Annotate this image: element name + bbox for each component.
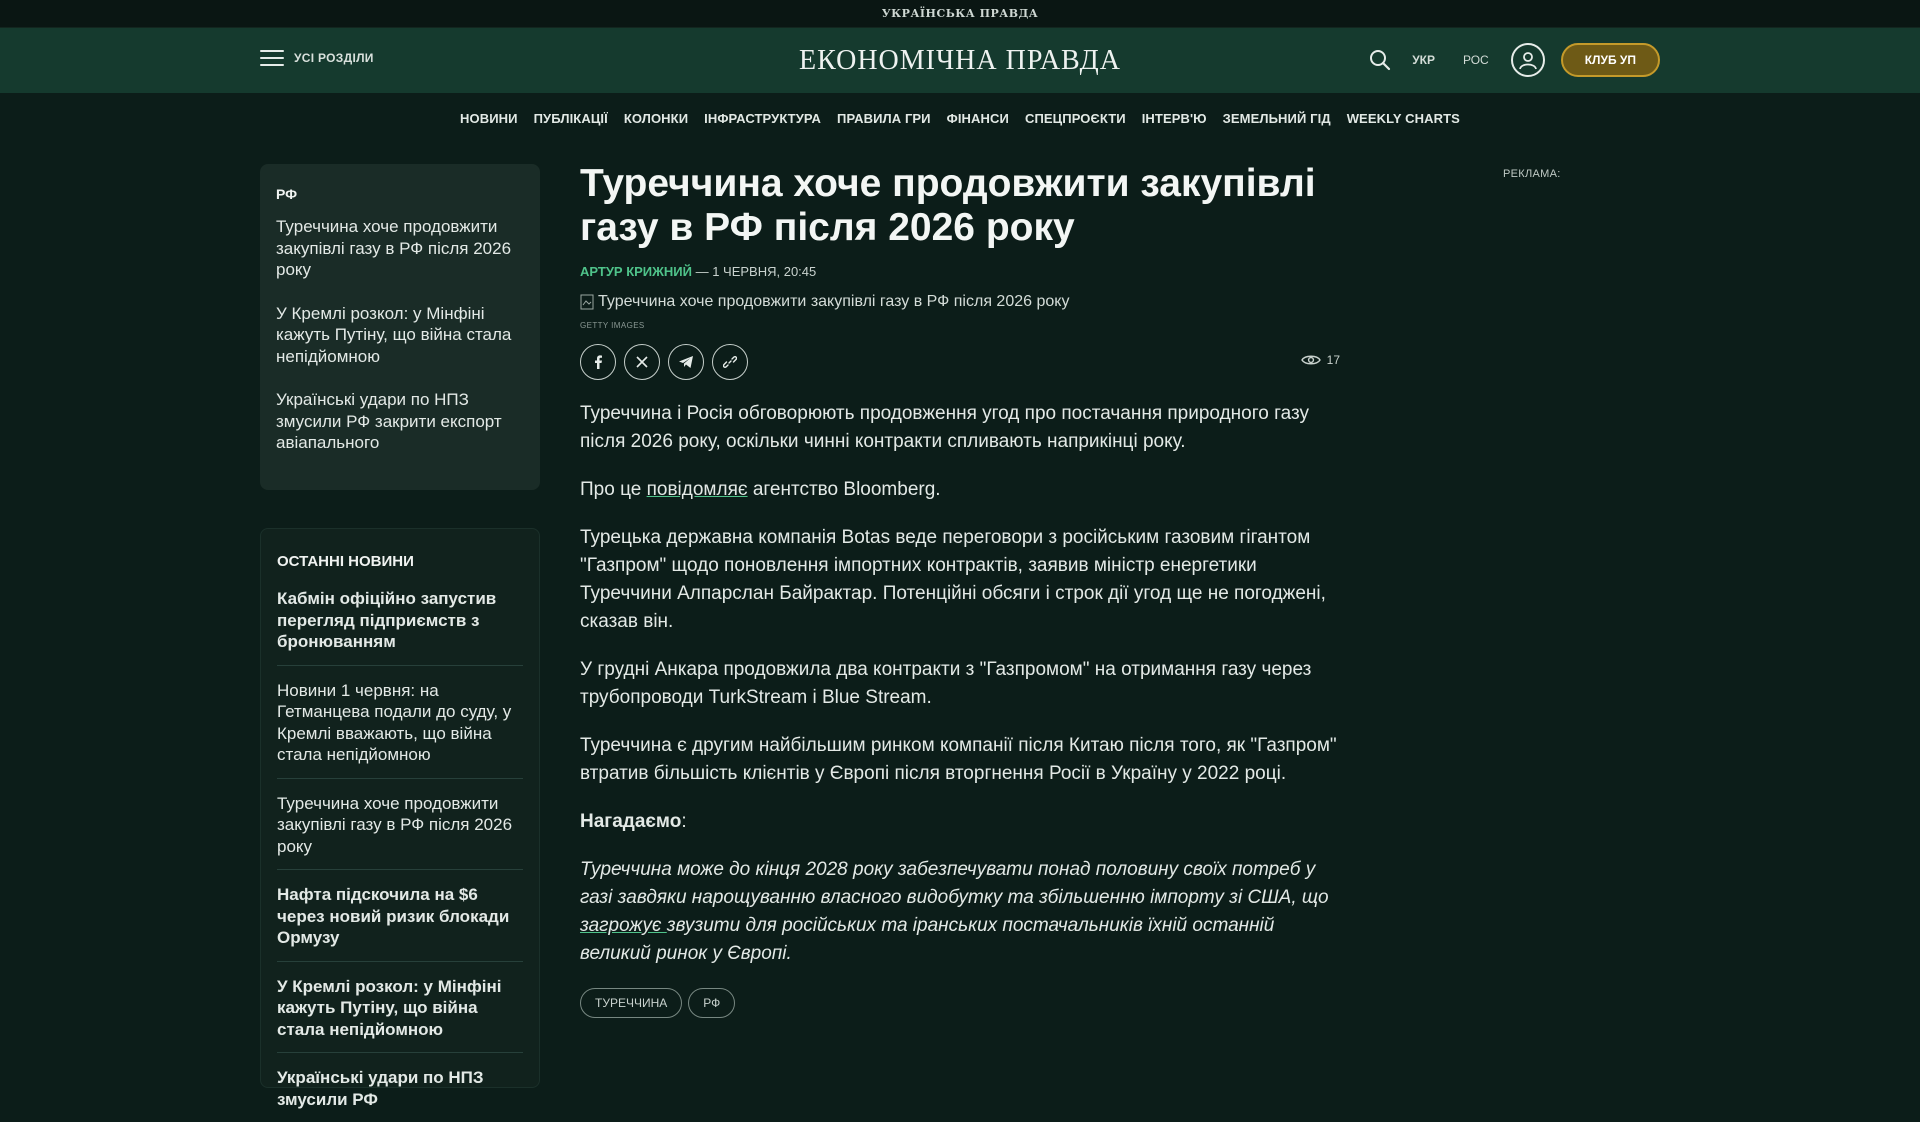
club-up-button[interactable]: КЛУБ УП <box>1560 43 1660 77</box>
source-link[interactable]: повідомляє <box>647 479 748 500</box>
article-paragraph: Туреччина і Росія обговорюють продовженн… <box>580 403 1309 452</box>
share-bar: 17 <box>580 344 1340 380</box>
view-count: 17 <box>1326 353 1340 367</box>
reminder-heading: Нагадаємо: <box>580 808 1340 836</box>
article-title: Туреччина хоче продовжити закупівлі газу… <box>580 162 1316 249</box>
article-date: — 1 ЧЕРВНЯ, 20:45 <box>691 264 817 279</box>
latest-news-card: ОСТАННІ НОВИНИ Кабмін офіційно запустив … <box>260 528 540 1109</box>
article-paragraph: Про це повідомляє агентство Bloomberg. <box>580 476 1340 504</box>
lang-ukr-link[interactable]: УКР <box>1412 53 1435 67</box>
facebook-share-button[interactable] <box>580 344 616 380</box>
reminder-colon: : <box>681 811 687 832</box>
latest-news-item[interactable]: Туреччина хоче продовжити закупівлі газу… <box>277 789 523 870</box>
top-strip: УКРАЇНСЬКА ПРАВДА <box>0 0 1920 28</box>
nav-item-finance[interactable]: ФІНАНСИ <box>947 111 1009 126</box>
article-byline: АРТУР КРИЖНИЙ — 1 ЧЕРВНЯ, 20:45 <box>580 264 1340 279</box>
paragraph-text: звузити для російських та іранських пост… <box>580 915 1275 964</box>
nav-item-specprojects[interactable]: СПЕЦПРОЄКТИ <box>1025 111 1126 126</box>
article-paragraph: У грудні Анкара продовжила два контракти… <box>580 659 1312 708</box>
latest-news-item[interactable]: Українські удари по НПЗ змусили РФ <box>277 1063 523 1122</box>
header-actions: УКР РОС КЛУБ УП <box>1362 42 1660 78</box>
tag-rf[interactable]: РФ <box>688 988 736 1018</box>
nav-item-infrastructure[interactable]: ІНФРАСТРУКТУРА <box>704 111 821 126</box>
latest-news-item[interactable]: Кабмін офіційно запустив перегляд підпри… <box>277 584 523 666</box>
x-icon <box>636 356 648 368</box>
nav-item-weekly-charts[interactable]: WEEKLY CHARTS <box>1347 111 1460 126</box>
related-item[interactable]: У Кремлі розкол: у Мінфіні кажуть Путіну… <box>276 303 524 368</box>
nav-item-news[interactable]: НОВИНИ <box>460 111 518 126</box>
related-item[interactable]: Українські удари по НПЗ змусили РФ закри… <box>276 389 524 454</box>
site-header: УСІ РОЗДІЛИ ЕКОНОМІЧНА ПРАВДА УКР РОС КЛ… <box>0 28 1920 93</box>
paragraph-text: агентство Bloomberg. <box>747 479 941 500</box>
telegram-icon <box>679 356 693 368</box>
telegram-share-button[interactable] <box>668 344 704 380</box>
x-share-button[interactable] <box>624 344 660 380</box>
nav-item-land-guide[interactable]: ЗЕМЕЛЬНИЙ ГІД <box>1223 111 1331 126</box>
article-paragraph: Туреччина є другим найбільшим ринком ком… <box>580 735 1337 784</box>
threat-link[interactable]: загрожує <box>580 915 667 936</box>
search-icon[interactable] <box>1362 42 1398 78</box>
nav-item-publications[interactable]: ПУБЛІКАЦІЇ <box>534 111 608 126</box>
related-tag[interactable]: РФ <box>276 186 524 202</box>
copy-link-button[interactable] <box>712 344 748 380</box>
broken-image-icon <box>580 294 594 310</box>
paragraph-text: Туреччина може до кінця 2028 року забезп… <box>580 859 1329 908</box>
nav-item-rules[interactable]: ПРАВИЛА ГРИ <box>837 111 931 126</box>
article-image-alt: Туреччина хоче продовжити закупівлі газу… <box>598 293 1070 310</box>
up-logo[interactable]: УКРАЇНСЬКА ПРАВДА <box>882 7 1038 20</box>
nav-item-columns[interactable]: КОЛОНКИ <box>624 111 688 126</box>
facebook-icon <box>595 355 602 369</box>
article-paragraph: Турецька державна компанія Botas веде пе… <box>580 527 1326 632</box>
lang-ros-link[interactable]: РОС <box>1463 53 1489 67</box>
latest-news-heading: ОСТАННІ НОВИНИ <box>277 553 414 570</box>
article-image: Туреччина хоче продовжити закупівлі газу… <box>580 293 1340 311</box>
tag-turkey[interactable]: ТУРЕЧЧИНА <box>580 988 683 1018</box>
latest-news-item[interactable]: У Кремлі розкол: у Мінфіні кажуть Путіну… <box>277 972 523 1053</box>
related-card: РФ Туреччина хоче продовжити закупівлі г… <box>260 164 540 490</box>
main-nav: НОВИНИ ПУБЛІКАЦІЇ КОЛОНКИ ІНФРАСТРУКТУРА… <box>0 97 1920 139</box>
ad-label: РЕКЛАМА: <box>1503 168 1561 180</box>
view-counter: 17 <box>1300 353 1340 367</box>
brand-logo-link[interactable]: ЕКОНОМІЧНА ПРАВДА <box>799 45 1121 76</box>
latest-news-item[interactable]: Новини 1 червня: на Гетманцева подали до… <box>277 676 523 779</box>
eye-icon <box>1300 355 1321 365</box>
article: Туреччина хоче продовжити закупівлі газу… <box>580 162 1340 1018</box>
paragraph-text: Про це <box>580 479 647 500</box>
nav-item-interview[interactable]: ІНТЕРВ'Ю <box>1142 111 1207 126</box>
author-link[interactable]: АРТУР КРИЖНИЙ <box>580 264 692 279</box>
related-item[interactable]: Туреччина хоче продовжити закупівлі газу… <box>276 216 524 281</box>
user-icon[interactable] <box>1510 43 1545 77</box>
reminder-label: Нагадаємо <box>580 811 682 832</box>
latest-news-item[interactable]: Нафта підскочила на $6 через новий ризик… <box>277 880 523 962</box>
link-icon <box>723 356 737 368</box>
article-tags: ТУРЕЧЧИНА РФ <box>580 988 1340 1018</box>
article-paragraph: Туреччина може до кінця 2028 року забезп… <box>580 856 1340 968</box>
image-credit: GETTY IMAGES <box>580 321 645 330</box>
